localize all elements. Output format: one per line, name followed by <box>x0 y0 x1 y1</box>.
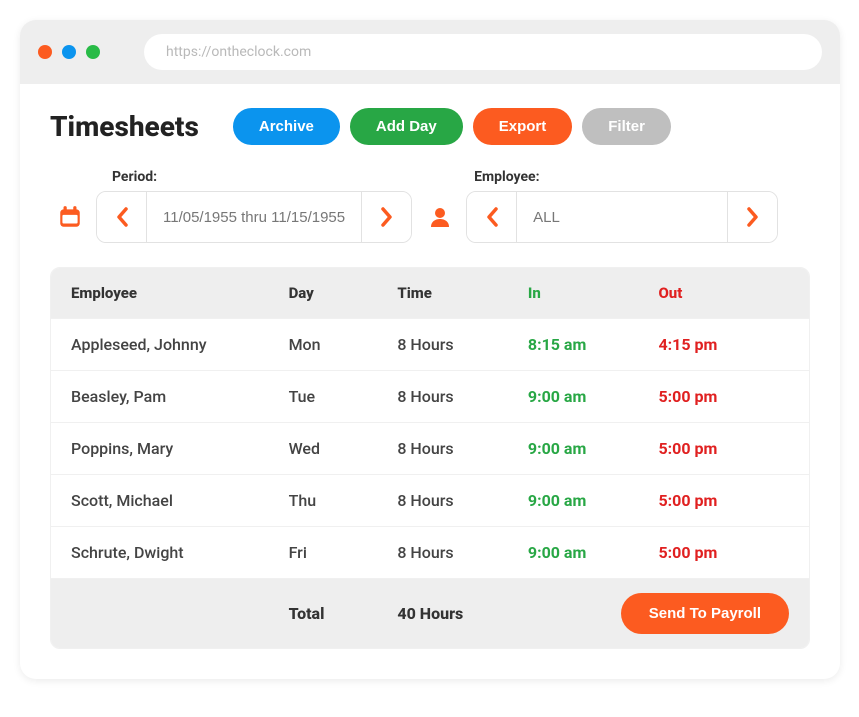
cell-employee: Schrute, Dwight <box>71 543 289 562</box>
cell-employee: Scott, Michael <box>71 491 289 510</box>
cell-out: 5:00 pm <box>658 439 789 458</box>
table-row[interactable]: Schrute, Dwight Fri 8 Hours 9:00 am 5:00… <box>51 526 809 578</box>
cell-out: 4:15 pm <box>658 335 789 354</box>
th-employee: Employee <box>71 284 289 302</box>
table-header: Employee Day Time In Out <box>51 268 809 318</box>
period-value-button[interactable]: 11/05/1955 thru 11/15/1955 <box>147 192 361 242</box>
table-row[interactable]: Beasley, Pam Tue 8 Hours 9:00 am 5:00 pm <box>51 370 809 422</box>
archive-button[interactable]: Archive <box>233 108 340 145</box>
page-title: Timesheets <box>50 110 199 143</box>
content-area: Timesheets Archive Add Day Export Filter… <box>20 84 840 679</box>
cell-employee: Appleseed, Johnny <box>71 335 289 354</box>
period-next-button[interactable] <box>361 192 411 242</box>
employee-filter-group: Employee: ALL <box>426 169 778 243</box>
add-day-button[interactable]: Add Day <box>350 108 463 145</box>
cell-day: Thu <box>289 491 398 510</box>
maximize-window-icon[interactable] <box>86 45 100 59</box>
chevron-right-icon <box>746 206 760 228</box>
timesheet-table: Employee Day Time In Out Appleseed, John… <box>50 267 810 649</box>
chevron-left-icon <box>485 206 499 228</box>
cell-time: 8 Hours <box>397 439 528 458</box>
employee-next-button[interactable] <box>727 192 777 242</box>
cell-in: 8:15 am <box>528 335 659 354</box>
url-bar[interactable]: https://ontheclock.com <box>144 34 822 70</box>
period-inline: 11/05/1955 thru 11/15/1955 <box>56 191 412 243</box>
period-selector: 11/05/1955 thru 11/15/1955 <box>96 191 412 243</box>
browser-bar: https://ontheclock.com <box>20 20 840 84</box>
filter-row: Period: 11/05/1955 thru 11/15/1955 <box>50 169 810 243</box>
close-window-icon[interactable] <box>38 45 52 59</box>
filter-button[interactable]: Filter <box>582 108 671 145</box>
cell-time: 8 Hours <box>397 335 528 354</box>
chevron-right-icon <box>380 206 394 228</box>
export-button[interactable]: Export <box>473 108 573 145</box>
cell-employee: Beasley, Pam <box>71 387 289 406</box>
total-label: Total <box>289 604 398 623</box>
th-out: Out <box>658 284 789 302</box>
table-footer: Total 40 Hours Send To Payroll <box>51 578 809 648</box>
table-row[interactable]: Scott, Michael Thu 8 Hours 9:00 am 5:00 … <box>51 474 809 526</box>
cell-time: 8 Hours <box>397 491 528 510</box>
app-window: https://ontheclock.com Timesheets Archiv… <box>20 20 840 679</box>
cell-out: 5:00 pm <box>658 491 789 510</box>
employee-selector: ALL <box>466 191 778 243</box>
cell-in: 9:00 am <box>528 543 659 562</box>
cell-out: 5:00 pm <box>658 543 789 562</box>
header-row: Timesheets Archive Add Day Export Filter <box>50 108 810 145</box>
cell-day: Tue <box>289 387 398 406</box>
th-time: Time <box>397 284 528 302</box>
cell-employee: Poppins, Mary <box>71 439 289 458</box>
employee-label: Employee: <box>426 169 778 185</box>
cell-in: 9:00 am <box>528 439 659 458</box>
calendar-icon <box>56 203 84 231</box>
cell-out: 5:00 pm <box>658 387 789 406</box>
cell-day: Mon <box>289 335 398 354</box>
employee-value-button[interactable]: ALL <box>517 192 727 242</box>
send-to-payroll-button[interactable]: Send To Payroll <box>621 593 789 634</box>
cell-time: 8 Hours <box>397 543 528 562</box>
total-value: 40 Hours <box>397 604 528 623</box>
table-row[interactable]: Appleseed, Johnny Mon 8 Hours 8:15 am 4:… <box>51 318 809 370</box>
employee-prev-button[interactable] <box>467 192 517 242</box>
period-label: Period: <box>56 169 412 185</box>
table-row[interactable]: Poppins, Mary Wed 8 Hours 9:00 am 5:00 p… <box>51 422 809 474</box>
traffic-lights <box>38 45 100 59</box>
minimize-window-icon[interactable] <box>62 45 76 59</box>
chevron-left-icon <box>115 206 129 228</box>
employee-inline: ALL <box>426 191 778 243</box>
cell-in: 9:00 am <box>528 387 659 406</box>
cell-day: Wed <box>289 439 398 458</box>
cell-time: 8 Hours <box>397 387 528 406</box>
th-in: In <box>528 284 659 302</box>
period-prev-button[interactable] <box>97 192 147 242</box>
period-filter-group: Period: 11/05/1955 thru 11/15/1955 <box>56 169 412 243</box>
cell-in: 9:00 am <box>528 491 659 510</box>
th-day: Day <box>289 284 398 302</box>
person-icon <box>426 203 454 231</box>
cell-day: Fri <box>289 543 398 562</box>
